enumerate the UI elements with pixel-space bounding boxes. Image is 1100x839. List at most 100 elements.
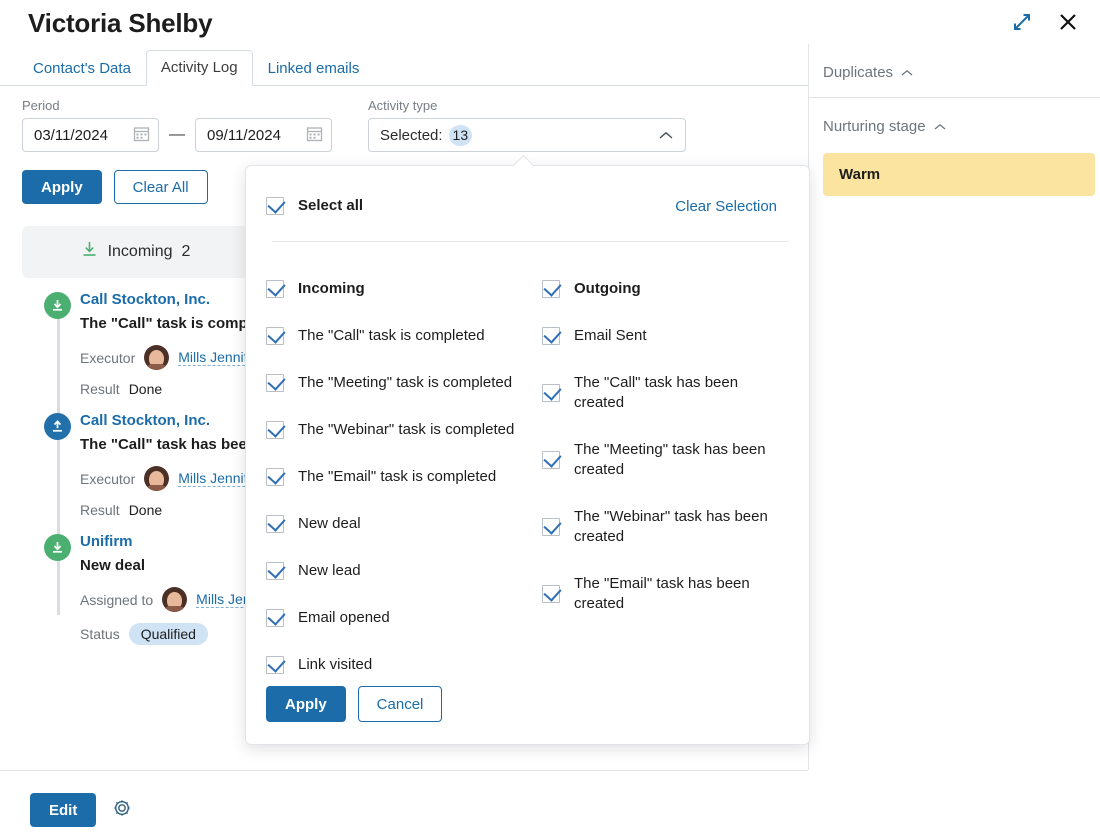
nurturing-stage-label: Nurturing stage [823, 118, 926, 135]
timeline-meta-label: Assigned to [80, 591, 154, 608]
timeline-result-value: Done [128, 381, 163, 397]
checkbox-incoming[interactable]: Incoming [266, 279, 526, 299]
date-to-value: 09/11/2024 [207, 126, 281, 144]
checkbox-label: The "Email" task has been created [574, 575, 750, 612]
apply-button[interactable]: Apply [22, 170, 102, 204]
checkbox-label: The "Meeting" task has been created [574, 441, 766, 478]
checkbox-meeting-task-created[interactable]: The "Meeting" task has been created [542, 440, 792, 480]
tab-contacts-data[interactable]: Contact's Data [18, 51, 146, 86]
timeline-group-count: 2 [181, 243, 191, 260]
checkbox-icon [542, 518, 560, 536]
bottom-toolbar: Edit [0, 770, 808, 839]
tab-activity-log[interactable]: Activity Log [145, 50, 253, 86]
activity-type-select[interactable]: Selected: 13 [368, 118, 686, 152]
dropdown-cancel-button[interactable]: Cancel [357, 686, 443, 722]
select-all-checkbox[interactable]: Select all [266, 196, 363, 216]
filter-actions: Apply Clear All [22, 170, 208, 204]
checkbox-icon [266, 656, 284, 674]
checkbox-call-task-completed[interactable]: The "Call" task is completed [266, 326, 526, 346]
checkbox-outgoing[interactable]: Outgoing [542, 279, 792, 299]
timeline-group-header[interactable]: Incoming 2 [22, 226, 248, 278]
date-range-separator: — [169, 126, 185, 143]
timeline-meta-label: Executor [80, 349, 136, 366]
checkbox-new-lead[interactable]: New lead [266, 561, 526, 581]
activity-type-count-badge: 13 [448, 124, 473, 146]
checkbox-label: Email opened [298, 609, 390, 626]
checkbox-icon [266, 197, 284, 215]
chevron-up-icon[interactable] [934, 118, 946, 135]
avatar [144, 345, 170, 370]
calendar-icon[interactable] [306, 125, 323, 146]
duplicates-label: Duplicates [823, 64, 894, 81]
date-to-input[interactable]: 09/11/2024 [195, 118, 332, 152]
chevron-up-icon[interactable] [659, 127, 673, 144]
timeline-result-label: Status [80, 626, 120, 642]
date-from-value: 03/11/2024 [34, 126, 108, 144]
tab-linked-emails[interactable]: Linked emails [253, 51, 375, 86]
checkbox-icon [542, 280, 560, 298]
checkbox-label: Incoming [298, 280, 365, 297]
close-x-icon[interactable] [1054, 8, 1082, 36]
checkbox-label: The "Email" task is completed [298, 468, 497, 485]
checkbox-icon [266, 374, 284, 392]
checkbox-icon [542, 327, 560, 345]
checkbox-label: The "Call" task is completed [298, 327, 485, 344]
dropdown-right-column: Outgoing Email Sent The "Call" task has … [542, 279, 792, 641]
nurturing-stage-header[interactable]: Nurturing stage [823, 118, 1100, 135]
checkbox-icon [266, 609, 284, 627]
checkbox-icon [542, 451, 560, 469]
upload-circle-icon [44, 413, 71, 440]
timeline-result-label: Result [80, 381, 120, 397]
checkbox-email-task-created[interactable]: The "Email" task has been created [542, 574, 792, 614]
checkbox-label: New lead [298, 562, 361, 579]
timeline-group-label: Incoming [107, 243, 173, 260]
checkbox-label: The "Webinar" task has been created [574, 508, 768, 545]
checkbox-label: The "Call" task has been created [574, 374, 739, 411]
tab-bar: Contact's Data Activity Log Linked email… [0, 50, 808, 86]
date-from-input[interactable]: 03/11/2024 [22, 118, 159, 152]
checkbox-label: Email Sent [574, 327, 647, 344]
checkbox-label: New deal [298, 515, 361, 532]
checkbox-email-opened[interactable]: Email opened [266, 608, 526, 628]
checkbox-label: Outgoing [574, 280, 641, 297]
checkbox-email-sent[interactable]: Email Sent [542, 326, 792, 346]
duplicates-header[interactable]: Duplicates [823, 64, 1100, 81]
checkbox-meeting-task-completed[interactable]: The "Meeting" task is completed [266, 373, 526, 393]
avatar [162, 587, 188, 612]
activity-type-dropdown: Select all Clear Selection Incoming The … [245, 154, 810, 745]
checkbox-webinar-task-completed[interactable]: The "Webinar" task is completed [266, 420, 526, 440]
gear-icon[interactable] [112, 798, 132, 822]
period-label: Period [22, 98, 60, 113]
edit-button[interactable]: Edit [30, 793, 97, 827]
checkbox-icon [542, 384, 560, 402]
checkbox-icon [266, 421, 284, 439]
checkbox-link-visited[interactable]: Link visited [266, 655, 526, 675]
clear-all-button[interactable]: Clear All [113, 170, 208, 204]
timeline-result-value: Done [128, 502, 163, 518]
duplicates-section: Duplicates [809, 44, 1100, 97]
checkbox-icon [266, 468, 284, 486]
nurturing-stage-value[interactable]: Warm [823, 153, 1095, 196]
period-filter: Period 03/11/2024 — 09/11/2024 [22, 98, 332, 152]
checkbox-webinar-task-created[interactable]: The "Webinar" task has been created [542, 507, 792, 547]
activity-type-filter: Activity type Selected: 13 [368, 98, 686, 152]
activity-type-selected-text: Selected: [380, 126, 443, 144]
dropdown-apply-button[interactable]: Apply [266, 686, 346, 722]
checkbox-email-task-completed[interactable]: The "Email" task is completed [266, 467, 526, 487]
chevron-up-icon[interactable] [901, 64, 913, 81]
checkbox-icon [266, 515, 284, 533]
expand-arrows-icon[interactable] [1008, 8, 1036, 36]
clear-selection-link[interactable]: Clear Selection [675, 198, 777, 215]
checkbox-call-task-created[interactable]: The "Call" task has been created [542, 373, 792, 413]
checkbox-icon [542, 585, 560, 603]
download-icon [80, 240, 99, 264]
checkbox-icon [266, 280, 284, 298]
checkbox-new-deal[interactable]: New deal [266, 514, 526, 534]
nurturing-stage-section: Nurturing stage Warm [809, 97, 1100, 212]
timeline-meta-label: Executor [80, 470, 136, 487]
checkbox-label: Link visited [298, 656, 373, 673]
timeline-result-label: Result [80, 502, 120, 518]
checkbox-label: The "Webinar" task is completed [298, 421, 515, 438]
activity-type-label: Activity type [368, 98, 438, 113]
calendar-icon[interactable] [133, 125, 150, 146]
